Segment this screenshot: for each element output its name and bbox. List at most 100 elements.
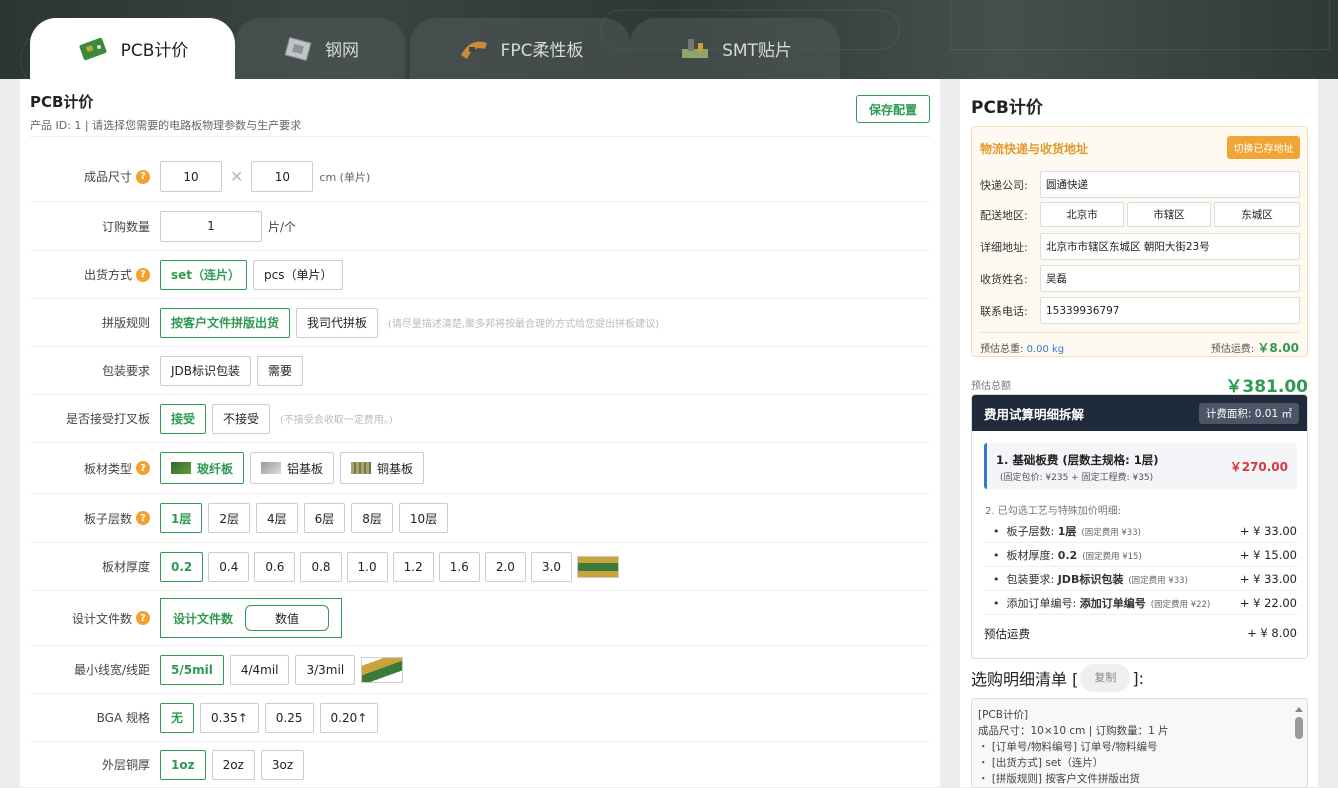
weight-label: 预估总重:	[980, 344, 1024, 355]
tab-label: PCB计价	[120, 41, 189, 61]
scrollbar[interactable]	[1294, 707, 1304, 757]
switch-address-button[interactable]: 切换已存地址	[1227, 136, 1300, 159]
option-thickness[interactable]: 3.0	[530, 551, 573, 582]
option-layer[interactable]: 8层	[351, 503, 393, 533]
help-icon[interactable]: ?	[136, 169, 150, 184]
bga-label: BGA 规格	[96, 711, 150, 725]
province-select[interactable]: 北京市	[1040, 202, 1124, 227]
total-label: 预估总额	[971, 381, 1011, 392]
list-item: • 添加订单编号: 添加订单编号 (固定费用 ¥22) + ¥ 22.00	[984, 591, 1297, 615]
option-thickness[interactable]: 0.8	[300, 551, 342, 582]
design-file-count-input[interactable]	[245, 605, 329, 631]
option-fr4[interactable]: 玻纤板	[160, 452, 245, 484]
row-bga: BGA 规格 无 0.35↑ 0.25 0.20↑	[30, 694, 930, 742]
tab-smt[interactable]: SMT贴片	[630, 18, 840, 79]
weight-value: 0.00 kg	[1026, 344, 1065, 355]
option-set[interactable]: set（连片）	[160, 259, 247, 290]
option-bga[interactable]: 0.35↑	[200, 702, 259, 733]
layers-label: 板子层数	[83, 511, 132, 526]
option-customer-panel[interactable]: 按客户文件拼版出货	[160, 307, 291, 338]
list-item: • 板子层数: 1层 (固定费用 ¥33) + ¥ 33.00	[984, 519, 1297, 543]
option-layer[interactable]: 2层	[208, 503, 250, 533]
help-icon[interactable]: ?	[136, 267, 150, 282]
city-select[interactable]: 市辖区	[1127, 202, 1211, 227]
option-thickness[interactable]: 0.6	[254, 551, 296, 582]
option-aluminum[interactable]: 铝基板	[250, 452, 335, 484]
option-need[interactable]: 需要	[257, 355, 304, 386]
option-our-panel[interactable]: 我司代拼板	[296, 307, 379, 338]
order-list-textarea[interactable]: [PCB计价] 成品尺寸：10×10 cm | 订购数量：1 片 ・ [订单号/…	[971, 698, 1308, 788]
thickness-diagram-icon	[577, 555, 620, 578]
option-pcs[interactable]: pcs（单片）	[253, 259, 344, 290]
help-icon[interactable]: ?	[136, 461, 150, 475]
tab-fpc[interactable]: FPC柔性板	[410, 18, 630, 79]
pack-label: 包装要求	[101, 364, 150, 378]
height-input[interactable]	[251, 161, 314, 192]
copy-button[interactable]: 复制	[1080, 664, 1131, 692]
district-select[interactable]: 东城区	[1214, 202, 1300, 227]
help-icon[interactable]: ?	[136, 611, 150, 625]
region-label: 配送地区:	[980, 208, 1028, 222]
option-copper-oz[interactable]: 2oz	[211, 749, 255, 780]
option-thickness[interactable]: 2.0	[484, 551, 526, 582]
detail-label: 详细地址:	[980, 240, 1028, 254]
option-jdb-pack[interactable]: JDB标识包装	[160, 355, 252, 386]
option-bga[interactable]: 0.20↑	[319, 702, 379, 733]
shipping-value: + ¥ 8.00	[1247, 626, 1297, 640]
save-config-button[interactable]: 保存配置	[856, 95, 930, 123]
option-bga[interactable]: 无	[160, 702, 195, 733]
scroll-thumb[interactable]	[1295, 717, 1303, 739]
name-label: 收货姓名:	[980, 272, 1028, 286]
option-thickness[interactable]: 1.0	[346, 551, 388, 582]
tab-label: 钢网	[325, 41, 359, 61]
option-bga[interactable]: 0.25	[264, 702, 314, 733]
list-item: • 包装要求: JDB标识包装 (固定费用 ¥33) + ¥ 33.00	[984, 567, 1297, 591]
row-copper: 外层铜厚 1oz 2oz 3oz	[30, 742, 930, 787]
qty-label: 订购数量	[101, 219, 150, 234]
courier-select[interactable]: 圆通快递	[1040, 171, 1300, 198]
tab-pcb[interactable]: PCB计价	[30, 18, 235, 79]
breakdown-title: 费用试算明细拆解	[984, 406, 1085, 422]
row-panel: 拼版规则 按客户文件拼版出货 我司代拼板 (请尽量描述清楚,聚多邦将按最合理的方…	[30, 299, 930, 347]
address-heading: 物流快递与收货地址	[980, 142, 1089, 156]
panel-label: 拼版规则	[101, 316, 150, 330]
option-thickness[interactable]: 1.6	[438, 551, 480, 582]
option-accept[interactable]: 接受	[160, 403, 207, 434]
aluminum-icon	[261, 462, 282, 474]
tab-stencil[interactable]: 钢网	[235, 18, 405, 79]
copper-icon	[351, 462, 372, 474]
base-fee-value: ￥270.00	[1229, 460, 1288, 474]
extras-heading: 2. 已勾选工艺与特殊加价明细:	[985, 506, 1122, 517]
option-thickness[interactable]: 1.2	[392, 551, 434, 582]
base-fee-title: 1. 基础板费 (层数主规格: 1层)	[996, 453, 1159, 467]
option-reject[interactable]: 不接受	[212, 403, 271, 434]
phone-input[interactable]: 15339936797	[1040, 297, 1300, 324]
times-sign: ✕	[230, 167, 244, 186]
help-icon[interactable]: ?	[136, 511, 150, 525]
recipient-name-input[interactable]: 吴磊	[1040, 265, 1300, 292]
width-input[interactable]	[160, 161, 222, 192]
detail-address-input[interactable]: 北京市市辖区东城区 朝阳大街23号	[1040, 233, 1300, 260]
option-layer[interactable]: 10层	[398, 503, 449, 533]
address-footer: 预估总重: 0.00 kg 预估运费: ￥8.00	[980, 332, 1299, 356]
fpc-icon	[460, 41, 487, 59]
option-copper[interactable]: 铜基板	[340, 452, 425, 484]
courier-label: 快递公司:	[980, 178, 1028, 192]
cross-hint: (不接受会收取一定费用。)	[280, 415, 393, 426]
option-thickness[interactable]: 0.2	[160, 551, 204, 582]
option-layer[interactable]: 6层	[303, 503, 346, 533]
option-trace[interactable]: 4/4mil	[229, 654, 290, 685]
option-layer[interactable]: 1层	[160, 503, 203, 533]
option-copper-oz[interactable]: 3oz	[260, 749, 305, 780]
scroll-up-icon	[1295, 707, 1303, 712]
option-trace[interactable]: 3/3mil	[295, 654, 356, 685]
row-material: 板材类型? 玻纤板 铝基板 铜基板	[30, 443, 930, 494]
row-ship-mode: 出货方式? set（连片） pcs（单片）	[30, 251, 930, 299]
option-trace[interactable]: 5/5mil	[160, 654, 224, 685]
quantity-input[interactable]	[160, 210, 262, 242]
option-thickness[interactable]: 0.4	[208, 551, 250, 582]
option-layer[interactable]: 4层	[256, 503, 298, 533]
page-title: PCB计价	[30, 93, 94, 111]
freight-value: ￥8.00	[1257, 341, 1299, 355]
option-copper-oz[interactable]: 1oz	[160, 749, 206, 780]
